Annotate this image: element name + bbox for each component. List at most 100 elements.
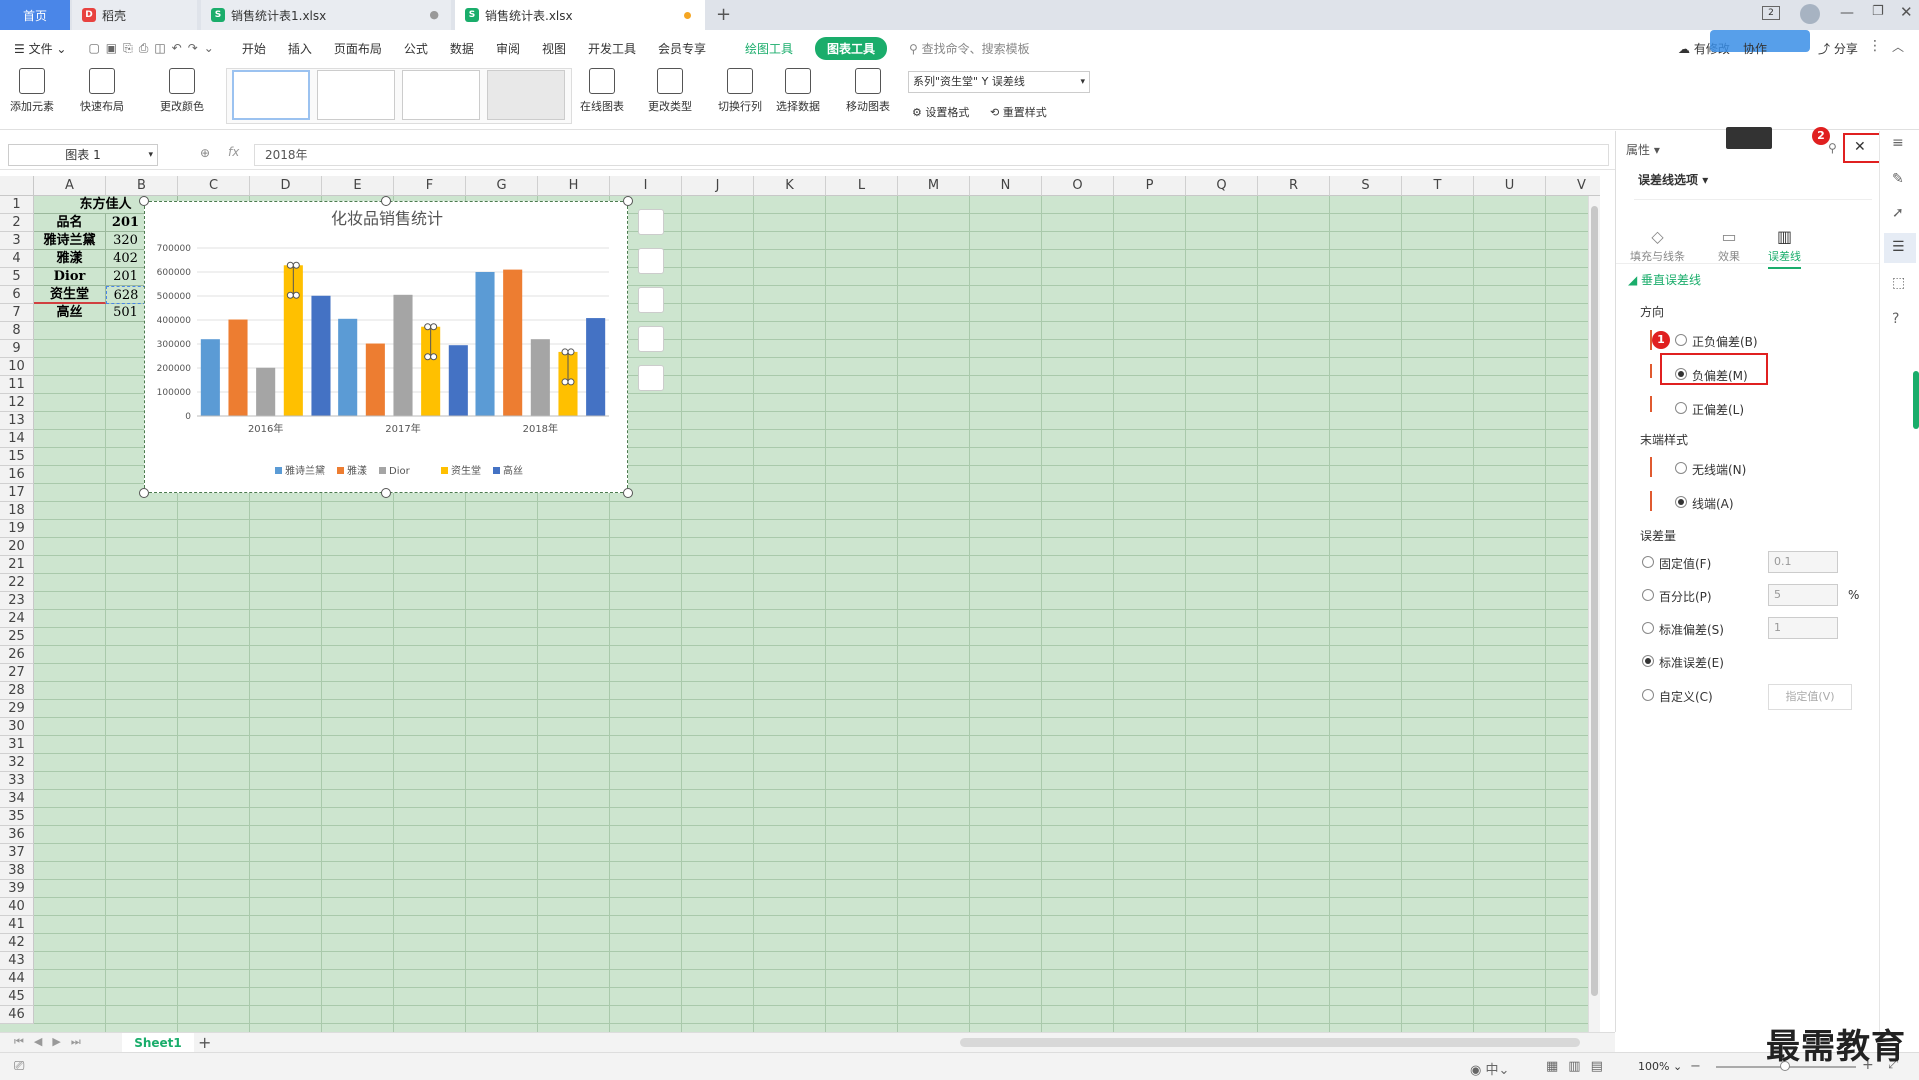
tab-fill-line[interactable]: ◇ 填充与线条 (1630, 227, 1685, 264)
formula-input[interactable]: 2018年 (254, 144, 1609, 166)
row-header-33[interactable]: 33 (0, 772, 34, 790)
menu-developer[interactable]: 开发工具 (588, 40, 636, 57)
row-header-17[interactable]: 17 (0, 484, 34, 502)
menu-start[interactable]: 开始 (242, 40, 266, 57)
column-header-p[interactable]: P (1114, 176, 1186, 196)
column-header-a[interactable]: A (34, 176, 106, 196)
tab-file1[interactable]: S 销售统计表1.xlsx ● (201, 0, 451, 30)
cell-b2-header[interactable]: 201 (106, 214, 146, 232)
move-chart-button[interactable]: 移动图表 (846, 68, 890, 114)
quick-access-icons[interactable]: ▢▣⎘⎙◫↶↷⌄ (88, 41, 219, 56)
row-header-26[interactable]: 26 (0, 646, 34, 664)
chart-elements-tool-icon[interactable] (638, 209, 664, 235)
column-header-l[interactable]: L (826, 176, 898, 196)
row-header-23[interactable]: 23 (0, 592, 34, 610)
menu-review[interactable]: 审阅 (496, 40, 520, 57)
name-box[interactable]: 图表 1 ▾ (8, 144, 158, 166)
menu-chart-tools[interactable]: 图表工具 (815, 36, 888, 60)
menu-page-layout[interactable]: 页面布局 (334, 40, 382, 57)
row-header-32[interactable]: 32 (0, 754, 34, 772)
chart-style-3[interactable] (402, 70, 480, 120)
column-header-q[interactable]: Q (1186, 176, 1258, 196)
tab-home[interactable]: 首页 (0, 0, 70, 30)
menu-view[interactable]: 视图 (542, 40, 566, 57)
quick-layout-button[interactable]: 快速布局 (80, 68, 124, 114)
fixed-value-input[interactable]: 0.1 (1768, 551, 1838, 573)
column-header-u[interactable]: U (1474, 176, 1546, 196)
set-format-button[interactable]: ⚙ 设置格式 (912, 104, 969, 120)
cell-a2-header[interactable]: 品名 (34, 214, 106, 232)
radio-stddev[interactable] (1642, 622, 1654, 634)
radio-stderr[interactable] (1642, 655, 1654, 667)
row-header-6[interactable]: 6 (0, 286, 34, 304)
zoom-search-icon[interactable]: ⊕ (200, 146, 210, 160)
row-header-27[interactable]: 27 (0, 664, 34, 682)
sheet-nav-arrows-icon[interactable]: ⏮◀▶⏭ (14, 1035, 91, 1049)
row-header-3[interactable]: 3 (0, 232, 34, 250)
row-header-14[interactable]: 14 (0, 430, 34, 448)
column-header-o[interactable]: O (1042, 176, 1114, 196)
reset-style-button[interactable]: ⟲ 重置样式 (990, 104, 1047, 120)
cell-value[interactable]: 501 (106, 304, 146, 322)
menu-formula[interactable]: 公式 (404, 40, 428, 57)
radio-percent[interactable] (1642, 589, 1654, 601)
wps-input-toolbar[interactable] (1726, 127, 1772, 149)
column-header-h[interactable]: H (538, 176, 610, 196)
resize-handle[interactable] (623, 488, 633, 498)
chart-style-4[interactable] (487, 70, 565, 120)
row-header-36[interactable]: 36 (0, 826, 34, 844)
switch-rowcol-button[interactable]: 切换行列 (718, 68, 762, 114)
add-element-button[interactable]: 添加元素 (10, 68, 54, 114)
tab-effect[interactable]: ▭ 效果 (1718, 227, 1740, 264)
minimize-icon[interactable]: — (1840, 5, 1854, 21)
avatar[interactable] (1800, 4, 1820, 24)
radio-custom[interactable] (1642, 689, 1654, 701)
cell-name[interactable]: 雅诗兰黛 (34, 232, 106, 250)
resize-handle[interactable] (381, 196, 391, 206)
column-header-k[interactable]: K (754, 176, 826, 196)
collab-button[interactable]: 协作 (1743, 40, 1767, 57)
radio-fixed[interactable] (1642, 556, 1654, 568)
row-header-16[interactable]: 16 (0, 466, 34, 484)
tab-daoke[interactable]: D 稻壳 (72, 0, 197, 30)
select-data-button[interactable]: 选择数据 (776, 68, 820, 114)
view-mode-icons[interactable]: ▦▥▤ (1546, 1059, 1613, 1074)
row-header-4[interactable]: 4 (0, 250, 34, 268)
row-header-28[interactable]: 28 (0, 682, 34, 700)
cell-name[interactable]: Dior (34, 268, 106, 286)
cell-value[interactable]: 201 (106, 268, 146, 286)
select-all-corner[interactable] (0, 176, 34, 196)
row-header-5[interactable]: 5 (0, 268, 34, 286)
cell-name[interactable]: 高丝 (34, 304, 106, 322)
horizontal-scrollbar[interactable] (960, 1038, 1580, 1047)
row-header-35[interactable]: 35 (0, 808, 34, 826)
row-header-31[interactable]: 31 (0, 736, 34, 754)
sheet-tab-sheet1[interactable]: Sheet1 (122, 1033, 194, 1053)
pin-icon[interactable]: ⚲ (1828, 141, 1837, 155)
row-header-41[interactable]: 41 (0, 916, 34, 934)
column-header-i[interactable]: I (610, 176, 682, 196)
row-header-18[interactable]: 18 (0, 502, 34, 520)
column-header-s[interactable]: S (1330, 176, 1402, 196)
radio-dir-plus[interactable] (1675, 402, 1687, 414)
menu-insert[interactable]: 插入 (288, 40, 312, 57)
zoom-level[interactable]: 100% ⌄ (1638, 1060, 1682, 1073)
column-header-e[interactable]: E (322, 176, 394, 196)
column-header-n[interactable]: N (970, 176, 1042, 196)
row-header-34[interactable]: 34 (0, 790, 34, 808)
row-header-45[interactable]: 45 (0, 988, 34, 1006)
row-header-42[interactable]: 42 (0, 934, 34, 952)
column-header-m[interactable]: M (898, 176, 970, 196)
menu-member[interactable]: 会员专享 (658, 40, 706, 57)
series-select-dropdown[interactable]: 系列"资生堂" Y 误差线 ▾ (908, 71, 1090, 93)
section-vertical-errorbar[interactable]: ◢ 垂直误差线 (1628, 271, 1701, 288)
menu-file[interactable]: ☰ 文件 ⌄ (14, 40, 66, 57)
cell-name[interactable]: 资生堂 (34, 286, 106, 304)
radio-no-cap[interactable] (1675, 462, 1687, 474)
resize-handle[interactable] (381, 488, 391, 498)
fx-icon[interactable]: fx (228, 145, 239, 159)
menu-data[interactable]: 数据 (450, 40, 474, 57)
vertical-scrollbar[interactable] (1588, 196, 1600, 1032)
search-command[interactable]: ⚲ 查找命令、搜索模板 (909, 40, 1030, 57)
row-header-46[interactable]: 46 (0, 1006, 34, 1024)
